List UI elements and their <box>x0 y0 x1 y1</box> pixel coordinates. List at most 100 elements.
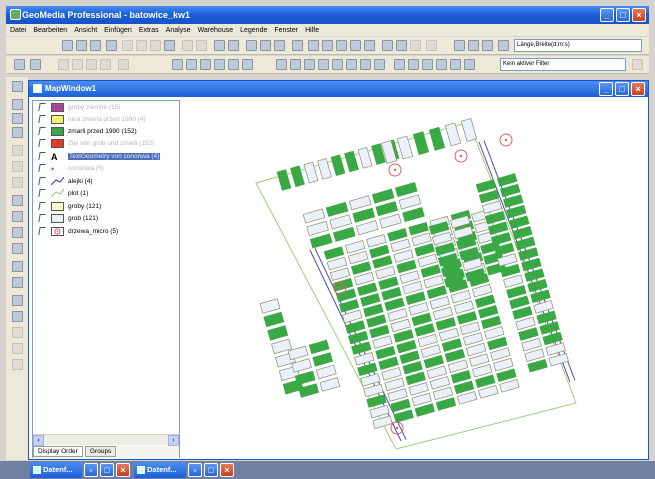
snap-point-icon[interactable] <box>468 40 479 51</box>
filter-clear-icon[interactable] <box>632 59 643 70</box>
insert-area-icon[interactable] <box>242 59 253 70</box>
tab-groups[interactable]: Groups <box>85 446 117 457</box>
taskbar-item-datenfenster-1[interactable]: Datenf... <box>30 462 82 478</box>
draw-text-icon[interactable] <box>332 59 343 70</box>
query-icon[interactable] <box>274 40 285 51</box>
filter-field[interactable]: Kein aktiver Filter <box>500 58 626 71</box>
menu-ansicht[interactable]: Ansicht <box>74 27 97 34</box>
fit-all-icon[interactable] <box>336 40 347 51</box>
measure-icon[interactable] <box>426 40 437 51</box>
select-feature-icon[interactable] <box>30 59 41 70</box>
fit-selected-icon[interactable] <box>364 40 375 51</box>
menu-extras[interactable]: Extras <box>139 27 159 34</box>
tool-9-icon[interactable] <box>12 211 23 222</box>
draw-zigzag-icon[interactable] <box>304 59 315 70</box>
task2-close-button[interactable]: × <box>220 463 234 477</box>
legend-item[interactable]: Ziel von grob und zmarli (152) <box>38 138 154 148</box>
draw-angle-icon[interactable] <box>318 59 329 70</box>
tool-11-icon[interactable] <box>12 243 23 254</box>
tool-18-icon[interactable] <box>12 359 23 370</box>
draw-polyline-icon[interactable] <box>290 59 301 70</box>
rotate-icon[interactable] <box>12 295 23 306</box>
layer-icon[interactable] <box>260 40 271 51</box>
tool-8-icon[interactable] <box>12 195 23 206</box>
edit-1-icon[interactable] <box>58 59 69 70</box>
draw-parallel-icon[interactable] <box>346 59 357 70</box>
edit-5-icon[interactable] <box>118 59 129 70</box>
legend-horizontal-scrollbar[interactable]: ‹ › <box>33 434 179 446</box>
tool-6-icon[interactable] <box>12 161 23 172</box>
refresh-icon[interactable] <box>396 40 407 51</box>
legend-item[interactable]: grob (121) <box>38 213 98 223</box>
insert-text-icon[interactable] <box>186 59 197 70</box>
tool-15-icon[interactable] <box>12 311 23 322</box>
draw-arc-icon[interactable] <box>360 59 371 70</box>
rectangle-icon[interactable] <box>464 59 475 70</box>
legend-item[interactable]: • cononwa (5) <box>38 163 104 174</box>
zoom-in-icon[interactable] <box>308 40 319 51</box>
insert-label-icon[interactable] <box>200 59 211 70</box>
legend-item[interactable]: alejki (4) <box>38 176 93 186</box>
task-maximize-button[interactable]: □ <box>100 463 114 477</box>
text-tool-icon[interactable] <box>12 99 23 110</box>
insert-frame-icon[interactable] <box>228 59 239 70</box>
draw-corner-icon[interactable] <box>374 59 385 70</box>
legend-item[interactable]: A TextGeometry von cononwa (4) <box>38 151 161 162</box>
save-icon[interactable] <box>90 40 101 51</box>
paste-icon[interactable] <box>150 40 161 51</box>
map-maximize-button[interactable]: □ <box>615 82 629 96</box>
menu-analyse[interactable]: Analyse <box>166 27 191 34</box>
curve-icon[interactable] <box>422 59 433 70</box>
redraw-icon[interactable] <box>410 40 421 51</box>
task2-restore-button[interactable]: ▫ <box>188 463 202 477</box>
edit-2-icon[interactable] <box>72 59 83 70</box>
dot-icon[interactable] <box>450 59 461 70</box>
coord-system-icon[interactable] <box>482 40 493 51</box>
cross-icon[interactable] <box>394 59 405 70</box>
map-minimize-button[interactable]: _ <box>599 82 613 96</box>
properties-icon[interactable] <box>228 40 239 51</box>
close-button[interactable]: × <box>632 8 646 22</box>
task2-maximize-button[interactable]: □ <box>204 463 218 477</box>
new-icon[interactable] <box>62 40 73 51</box>
tool-4-icon[interactable] <box>12 127 23 138</box>
tab-display-order[interactable]: Display Order <box>33 446 83 457</box>
task-restore-button[interactable]: ▫ <box>84 463 98 477</box>
delete-icon[interactable] <box>164 40 175 51</box>
tool-3-icon[interactable] <box>12 113 23 124</box>
minimize-button[interactable]: _ <box>600 8 614 22</box>
coordinate-format-field[interactable]: Länge,Breite(d:m:s) <box>514 39 642 52</box>
maximize-button[interactable]: □ <box>616 8 630 22</box>
tool-10-icon[interactable] <box>12 227 23 238</box>
tool-17-icon[interactable] <box>12 343 23 354</box>
pan-icon[interactable] <box>350 40 361 51</box>
taskbar-item-datenfenster-2[interactable]: Datenf... <box>134 462 186 478</box>
map-close-button[interactable]: × <box>631 82 645 96</box>
menu-warehouse[interactable]: Warehouse <box>198 27 234 34</box>
scroll-right-icon[interactable]: › <box>168 435 179 446</box>
pointer-icon[interactable] <box>14 59 25 70</box>
menu-fenster[interactable]: Fenster <box>274 27 298 34</box>
tool-7-icon[interactable] <box>12 177 23 188</box>
tool-16-icon[interactable] <box>12 327 23 338</box>
snap-icon[interactable] <box>454 40 465 51</box>
legend-icon[interactable] <box>246 40 257 51</box>
legend-item[interactable]: inna zmarla przed 1990 (4) <box>38 114 146 124</box>
display-icon[interactable] <box>292 40 303 51</box>
menu-einfuegen[interactable]: Einfügen <box>104 27 132 34</box>
scroll-left-icon[interactable]: ‹ <box>33 435 44 446</box>
legend-item[interactable]: zmarli przed 1990 (152) <box>38 126 137 136</box>
insert-image-icon[interactable] <box>214 59 225 70</box>
undo-icon[interactable] <box>182 40 193 51</box>
open-icon[interactable] <box>76 40 87 51</box>
insert-feature-icon[interactable] <box>172 59 183 70</box>
menu-hilfe[interactable]: Hilfe <box>305 27 319 34</box>
draw-line-icon[interactable] <box>276 59 287 70</box>
legend-item[interactable]: groby (121) <box>38 201 101 211</box>
menu-legende[interactable]: Legende <box>240 27 267 34</box>
cut-icon[interactable] <box>122 40 133 51</box>
zoom-out-icon[interactable] <box>322 40 333 51</box>
map-canvas[interactable] <box>184 98 648 459</box>
redo-icon[interactable] <box>196 40 207 51</box>
tool-12-icon[interactable] <box>12 261 23 272</box>
